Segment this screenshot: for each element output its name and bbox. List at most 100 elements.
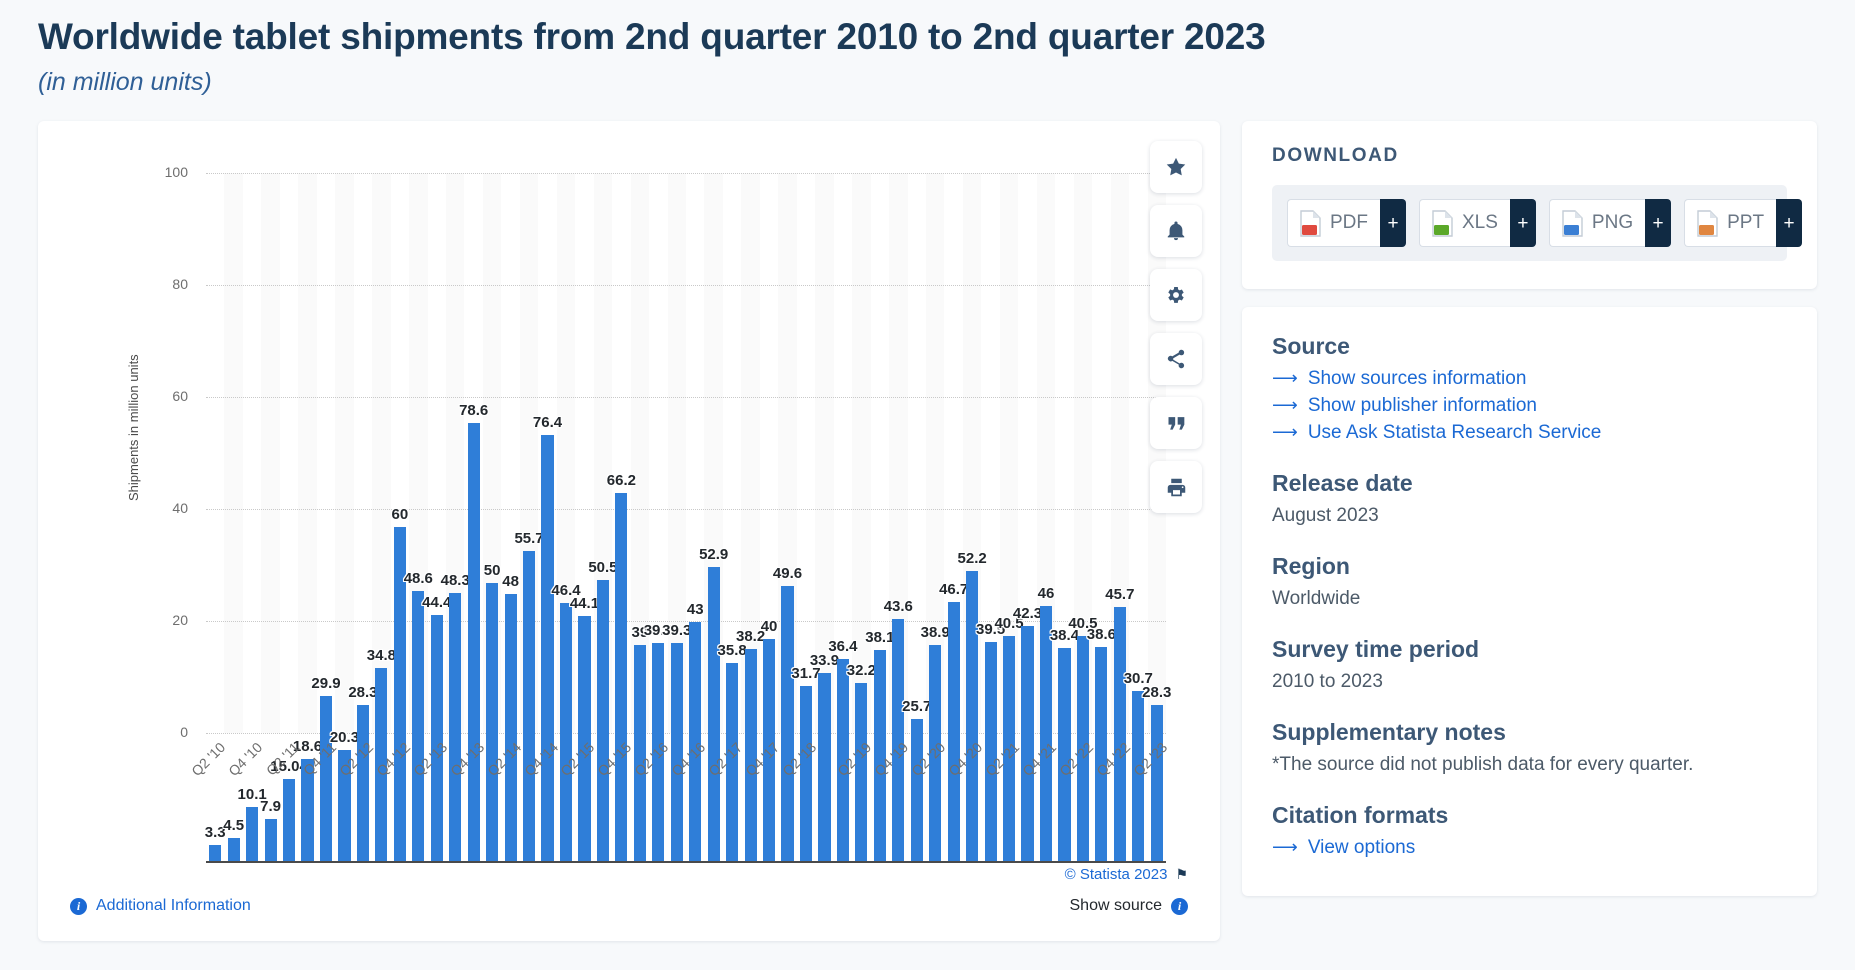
download-label: XLS [1462, 212, 1498, 234]
printer-icon [1167, 478, 1185, 496]
bar[interactable] [430, 614, 443, 864]
download-png-button[interactable]: PNG + [1548, 199, 1672, 248]
bar[interactable] [1113, 607, 1126, 864]
download-options-toggle[interactable]: + [1509, 199, 1536, 248]
view-options-link[interactable]: ⟶ View options [1272, 837, 1787, 859]
bar-value-label: 78.6 [459, 402, 489, 420]
bar[interactable] [707, 567, 720, 864]
info-icon: i [1171, 897, 1188, 915]
bar[interactable] [467, 423, 480, 864]
favorite-button[interactable] [1150, 141, 1202, 194]
source-link[interactable]: ⟶ Show sources information [1272, 368, 1787, 390]
arrow-right-icon: ⟶ [1272, 837, 1298, 858]
side-column: DOWNLOAD PDF + XLS + PNG + PPT + Source ⟶ Show s… [1242, 121, 1817, 897]
bar[interactable] [781, 585, 794, 864]
release-date-value: August 2023 [1272, 505, 1379, 527]
bar[interactable] [504, 594, 517, 864]
bar[interactable] [615, 492, 628, 864]
bar[interactable] [486, 583, 499, 864]
statista-chart-page: Worldwide tablet shipments from 2nd quar… [0, 14, 1855, 970]
bar[interactable] [910, 719, 923, 864]
source-links: ⟶ Show sources information ⟶ Show publisher… [1272, 368, 1787, 444]
bar[interactable] [1150, 704, 1163, 864]
bar[interactable] [966, 570, 979, 864]
y-axis-tick-label: 40 [172, 500, 188, 517]
bar-value-label: 45.7 [1105, 586, 1135, 604]
source-title: Source [1272, 333, 1350, 360]
bar[interactable] [559, 603, 573, 864]
source-link-label: Show sources information [1307, 368, 1527, 390]
bar-value-label: 60 [391, 506, 409, 524]
bar[interactable] [818, 673, 831, 864]
xls-file-icon [1431, 210, 1454, 237]
download-card: DOWNLOAD PDF + XLS + PNG + PPT + [1242, 121, 1817, 290]
png-file-icon [1561, 210, 1584, 237]
show-source-label: Show source [1069, 897, 1163, 915]
source-link[interactable]: ⟶ Use Ask Statista Research Service [1272, 422, 1787, 444]
download-options-toggle[interactable]: + [1380, 199, 1406, 248]
download-pdf-button[interactable]: PDF + [1287, 199, 1406, 248]
copyright-label: © Statista 2023 [1064, 866, 1168, 884]
ppt-file-icon [1696, 210, 1719, 237]
pdf-file-icon [1299, 210, 1322, 237]
download-options-toggle[interactable]: + [1776, 199, 1803, 248]
star-icon [1166, 158, 1186, 176]
settings-button[interactable] [1150, 269, 1202, 322]
info-icon: i [70, 897, 87, 915]
bar[interactable] [596, 580, 609, 864]
download-options-toggle[interactable]: + [1645, 199, 1672, 248]
copyright-notice: © Statista 2023 ⚑ [1065, 866, 1188, 883]
bar[interactable] [1039, 605, 1053, 864]
download-ppt-button[interactable]: PPT + [1684, 199, 1803, 248]
y-axis-tick-label: 0 [180, 724, 188, 741]
additional-information-link[interactable]: i Additional Information [70, 897, 251, 915]
y-axis-tick-label: 60 [172, 388, 188, 405]
bar[interactable] [799, 685, 813, 864]
release-date-title: Release date [1272, 470, 1413, 497]
download-xls-button[interactable]: XLS + [1419, 199, 1536, 248]
bar-value-label: 66.2 [606, 471, 636, 489]
supplementary-notes-value: *The source did not publish data for eve… [1272, 754, 1694, 776]
view-options-label: View options [1307, 837, 1416, 859]
download-label: PPT [1727, 212, 1765, 234]
arrow-right-icon: ⟶ [1272, 368, 1298, 389]
bar[interactable] [1021, 626, 1034, 864]
chart-footer: i Additional Information © Statista 2023… [38, 855, 1220, 941]
region-title: Region [1272, 553, 1350, 580]
arrow-right-icon: ⟶ [1272, 395, 1298, 416]
y-axis-tick-label: 20 [172, 612, 188, 629]
bar[interactable] [541, 435, 554, 864]
bar[interactable] [984, 642, 997, 864]
alert-button[interactable] [1150, 205, 1202, 258]
bar[interactable] [412, 591, 425, 864]
bar[interactable] [947, 601, 960, 864]
bar[interactable] [449, 592, 462, 864]
y-axis-label: Shipments in million units [126, 354, 141, 502]
bar[interactable] [522, 551, 536, 864]
download-heading: DOWNLOAD [1272, 145, 1399, 167]
cite-button[interactable] [1150, 397, 1202, 450]
download-button-group: PDF + XLS + PNG + PPT + [1272, 185, 1803, 262]
chart-area: Shipments in million units 0 20 40 60 80 100 … [38, 121, 1220, 941]
source-link[interactable]: ⟶ Show publisher information [1272, 395, 1787, 417]
citation-formats-title: Citation formats [1272, 802, 1449, 829]
page-title: Worldwide tablet shipments from 2nd quar… [38, 16, 1266, 57]
download-label: PDF [1330, 212, 1368, 234]
bell-icon [1167, 221, 1185, 241]
gridline [206, 173, 1166, 175]
bar-value-label: 46 [1037, 584, 1055, 602]
source-link-label: Show publisher information [1307, 395, 1537, 417]
gear-icon [1168, 287, 1184, 304]
flag-icon[interactable]: ⚑ [1175, 866, 1188, 883]
source-card: Source ⟶ Show sources information ⟶ Show pu… [1242, 307, 1817, 897]
quote-icon [1168, 417, 1185, 430]
share-button[interactable] [1150, 333, 1202, 386]
source-link-label: Use Ask Statista Research Service [1307, 422, 1602, 444]
gridline [206, 285, 1166, 287]
plot-region: 0 20 40 60 80 100 3.3 4.5 10.1 7.9 15.04 18.6 29.9 2… [165, 164, 1171, 864]
y-axis-tick-label: 100 [164, 164, 188, 181]
print-button[interactable] [1150, 461, 1202, 514]
arrow-right-icon: ⟶ [1272, 422, 1298, 443]
chart-card: Shipments in million units 0 20 40 60 80 100 … [38, 121, 1220, 942]
show-source-link[interactable]: Show source i [1069, 897, 1188, 915]
